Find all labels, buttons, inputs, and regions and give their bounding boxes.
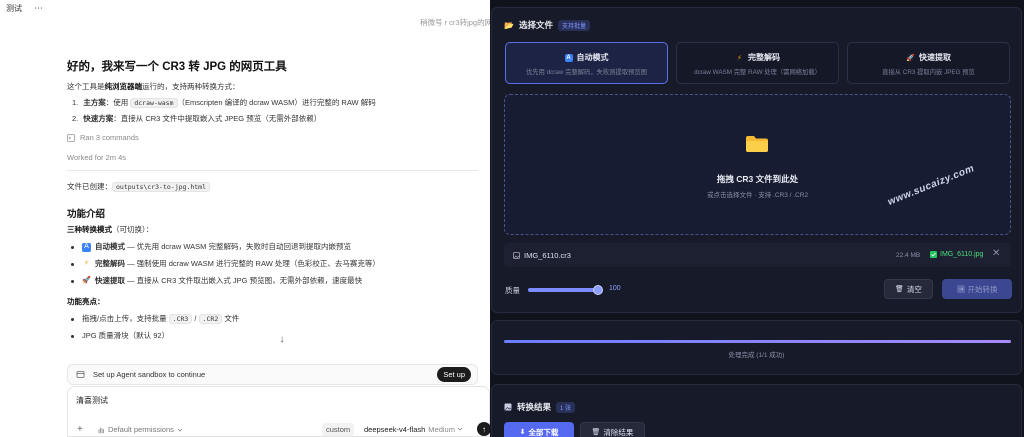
lightning-icon: ⚡ xyxy=(737,54,742,62)
mode-full-decode[interactable]: ⚡ 完整解码 dcraw WASM 完整 RAW 处理（需网络加载） xyxy=(676,42,839,84)
rocket-icon: 🚀 xyxy=(82,277,91,284)
conversation-title: 测试 xyxy=(6,3,22,13)
list-item: 🚀 快速提取 — 直接从 CR3 文件取出嵌入式 JPG 预览图，无需外部依赖，… xyxy=(71,275,477,287)
send-button[interactable]: ↑ xyxy=(477,422,490,436)
custom-chip[interactable]: custom xyxy=(322,423,355,436)
upload-card: 📂 选择文件 支持批量 A 自动模式 优先用 dcraw 完整解码，失败则提取预览… xyxy=(491,7,1022,313)
list-item: JPG 质量滑块（默认 92） xyxy=(71,330,477,342)
highlights-heading: 功能亮点： xyxy=(67,297,105,306)
clear-button[interactable]: 🗑 清空 xyxy=(884,279,933,299)
mode-auto[interactable]: A 自动模式 优先用 dcraw 完整解码，失败则提取预览图 xyxy=(505,42,668,84)
message-composer[interactable]: 清喜测试 + Default permissions custom deepse… xyxy=(67,386,490,437)
list-item: ⚡ 完整解码 — 强制使用 dcraw WASM 进行完整的 RAW 处理（色彩… xyxy=(71,258,477,270)
results-card: 转换结果 1 张 ⬇ 全部下载 🗑 清除结果 xyxy=(491,384,1022,437)
quality-slider-thumb[interactable] xyxy=(593,285,603,295)
message-input[interactable]: 清喜测试 xyxy=(76,395,108,406)
step-item: 1. 主方案：使用 dcraw-wasm （Emscripten 编译的 dcra… xyxy=(72,98,376,108)
add-attachment-icon[interactable]: + xyxy=(77,424,83,435)
model-select[interactable]: deepseek-v4-flash Medium xyxy=(364,425,463,434)
progress-card: 处理完成 (1/1 成功) xyxy=(491,320,1022,375)
sandbox-banner: Set up Agent sandbox to continue Set up xyxy=(67,364,478,385)
sandbox-message: Set up Agent sandbox to continue xyxy=(93,370,206,379)
progress-bar xyxy=(504,340,1011,343)
results-count-badge: 1 张 xyxy=(556,401,576,413)
divider xyxy=(67,170,478,171)
progress-bar-fill xyxy=(504,340,1011,343)
assistant-message: 好的，我来写一个 CR3 转 JPG 的网页工具 这个工具是纯浏览器端运行的，支… xyxy=(67,58,478,342)
quality-label: 质量 xyxy=(505,286,520,295)
file-path[interactable]: outputs\cr3-to-jpg.html xyxy=(112,182,211,192)
trash-icon: 🗑 xyxy=(591,429,601,436)
setup-button[interactable]: Set up xyxy=(437,367,471,382)
top-bar: 测试 ⋯ xyxy=(0,0,490,16)
remove-file-icon[interactable]: ✕ xyxy=(992,248,1000,259)
file-name: IMG_6110.cr3 xyxy=(524,251,571,260)
lightning-icon: ⚡ xyxy=(84,260,89,267)
message-heading: 好的，我来写一个 CR3 转 JPG 的网页工具 xyxy=(67,61,287,73)
auto-mode-icon: A xyxy=(564,53,573,62)
more-menu-icon[interactable]: ⋯ xyxy=(34,3,44,14)
ran-commands-toggle[interactable]: Ran 3 commands xyxy=(67,133,477,142)
folder-icon xyxy=(746,136,768,152)
modes-heading: 三种转换模式（可切换）： xyxy=(67,225,154,234)
quality-slider[interactable] xyxy=(528,285,603,295)
permissions-select[interactable]: Default permissions xyxy=(97,425,183,434)
intro-paragraph: 这个工具是纯浏览器端运行的，支持两种转换方式： xyxy=(67,82,240,91)
plan-steps: 1. 主方案：使用 dcraw-wasm （Emscripten 编译的 dcra… xyxy=(72,97,477,125)
file-created-line: 文件已创建： outputs\cr3-to-jpg.html xyxy=(67,181,477,193)
file-size: 22.4 MB xyxy=(896,252,921,259)
converter-app: 📂 选择文件 支持批量 A 自动模式 优先用 dcraw 完整解码，失败则提取预览… xyxy=(490,0,1024,437)
chevron-down-icon xyxy=(177,428,183,432)
auto-mode-icon: A xyxy=(82,242,91,252)
rocket-icon: 🚀 xyxy=(906,54,915,62)
quality-value: 100 xyxy=(609,285,621,292)
highlights-list: 拖拽/点击上传，支持批量 .CR3 / .CR2 文件 JPG 质量滑块（默认 … xyxy=(71,313,477,342)
folder-icon: 📂 xyxy=(504,20,514,30)
convert-icon xyxy=(956,285,965,293)
start-convert-button[interactable]: 开始转换 xyxy=(942,279,1012,299)
mode-fast-extract[interactable]: 🚀 快速提取 直接从 CR3 提取内嵌 JPEG 预览 xyxy=(847,42,1010,84)
previous-message-snippet: 稍微号 r cr3转jpg的网页 xyxy=(420,18,490,27)
image-icon xyxy=(504,403,512,411)
list-item: A 自动模式 — 优先用 dcraw WASM 完整解码，失败时自动回退到提取内… xyxy=(71,241,477,253)
download-all-button[interactable]: ⬇ 全部下载 xyxy=(504,422,574,437)
check-icon xyxy=(930,251,937,258)
features-heading: 功能介绍 xyxy=(67,209,106,220)
sandbox-icon xyxy=(76,371,85,378)
output-file-name[interactable]: IMG_6110.jpg xyxy=(940,251,983,258)
image-file-icon xyxy=(513,252,520,259)
worked-for-status: Worked for 2m 4s xyxy=(67,153,127,162)
dropzone-hint: 或点击选择文件 · 支持 .CR3 / .CR2 xyxy=(706,192,809,199)
watermark: www.sucaizy.com xyxy=(886,163,977,208)
step-item: 2. 快速方案：直接从 CR3 文件中提取嵌入式 JPEG 预览（无需外部依赖） xyxy=(72,114,322,123)
batch-badge: 支持批量 xyxy=(557,19,590,31)
chat-panel: 测试 ⋯ 稍微号 r cr3转jpg的网页 好的，我来写一个 CR3 转 JPG… xyxy=(0,0,490,437)
results-section-title: 转换结果 1 张 xyxy=(504,401,576,413)
list-item: 拖拽/点击上传，支持批量 .CR3 / .CR2 文件 xyxy=(71,313,477,325)
download-icon: ⬇ xyxy=(519,429,526,436)
file-dropzone[interactable]: 拖拽 CR3 文件到此处 或点击选择文件 · 支持 .CR3 / .CR2 ww… xyxy=(504,94,1011,235)
upload-section-title: 📂 选择文件 支持批量 xyxy=(504,19,590,31)
hand-icon xyxy=(98,427,104,433)
clear-results-button[interactable]: 🗑 清除结果 xyxy=(580,422,645,437)
scroll-to-bottom-icon[interactable]: ↓ xyxy=(275,332,289,346)
quality-slider-fill xyxy=(528,288,598,292)
terminal-icon xyxy=(67,133,75,142)
file-list-item: IMG_6110.cr3 22.4 MB IMG_6110.jpg ✕ xyxy=(504,243,1011,267)
trash-icon: 🗑 xyxy=(895,286,904,293)
progress-status: 处理完成 (1/1 成功) xyxy=(728,352,785,359)
modes-list: A 自动模式 — 优先用 dcraw WASM 完整解码，失败时自动回退到提取内… xyxy=(71,241,477,287)
chevron-down-icon xyxy=(457,427,463,431)
